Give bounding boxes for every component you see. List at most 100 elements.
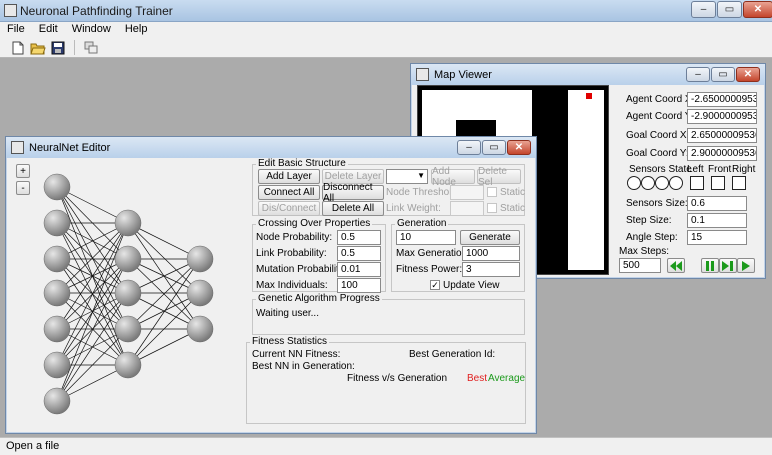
map-minimize-button[interactable]: – xyxy=(686,67,710,82)
sensor-circle xyxy=(641,176,655,190)
delete-sel-button[interactable]: Delete Sel xyxy=(477,166,521,188)
left-sensor-box xyxy=(690,176,704,190)
best-legend: Best xyxy=(467,373,488,384)
nn-node[interactable] xyxy=(43,315,71,343)
connect-all-button[interactable]: Connect All xyxy=(258,185,320,200)
max-individuals-label: Max Individuals: xyxy=(256,280,328,291)
goal-y-field[interactable]: 2.900000095367 xyxy=(687,146,757,161)
goal-x-field[interactable]: 2.650000095367 xyxy=(687,128,757,143)
agent-y-label: Agent Coord Y: xyxy=(626,111,694,122)
node-probability-field[interactable]: 0.5 xyxy=(337,230,381,245)
maximize-button[interactable]: ▭ xyxy=(717,1,742,18)
status-bar: Open a file xyxy=(0,437,772,455)
node-threshold-field[interactable] xyxy=(450,185,484,200)
neuralnet-editor-window: NeuralNet Editor – ▭ ✕ + - Edit Basic St… xyxy=(5,136,537,434)
disconnect-all-button[interactable]: Disconnect All xyxy=(322,182,384,204)
nn-link[interactable] xyxy=(56,222,129,402)
main-titlebar[interactable]: Neuronal Pathfinding Trainer – ▭ ✕ xyxy=(0,0,772,22)
map-viewer-titlebar[interactable]: Map Viewer – ▭ ✕ xyxy=(411,64,765,85)
agent-y-field[interactable]: -2.900000095367 xyxy=(687,109,757,124)
nn-node[interactable] xyxy=(186,315,214,343)
sensors-state-label: Sensors State xyxy=(629,164,692,175)
step-size-field[interactable]: 0.1 xyxy=(687,213,747,228)
layer-select[interactable]: ▼ xyxy=(386,169,428,184)
map-close-button[interactable]: ✕ xyxy=(736,67,760,82)
node-probability-label: Node Probability: xyxy=(256,232,333,243)
nn-node[interactable] xyxy=(43,279,71,307)
angle-step-field[interactable]: 15 xyxy=(687,230,747,245)
fitness-chart-title: Fitness v/s Generation xyxy=(347,373,448,384)
zoom-in-button[interactable]: + xyxy=(16,164,30,178)
node-static-checkbox[interactable] xyxy=(487,187,497,197)
agent-marker xyxy=(586,93,592,99)
nn-node[interactable] xyxy=(186,245,214,273)
max-individuals-field[interactable]: 100 xyxy=(337,278,381,293)
nn-node[interactable] xyxy=(43,173,71,201)
window-title: Neuronal Pathfinding Trainer xyxy=(20,4,173,18)
map-maximize-button[interactable]: ▭ xyxy=(711,67,735,82)
generation-field[interactable]: 10 xyxy=(396,230,456,245)
nn-node[interactable] xyxy=(114,351,142,379)
mutation-probability-field[interactable]: 0.01 xyxy=(337,262,381,277)
agent-x-field[interactable]: -2.650000095367 xyxy=(687,92,757,107)
neural-network-graph[interactable] xyxy=(34,167,234,422)
save-icon[interactable] xyxy=(50,40,66,55)
nn-editor-titlebar[interactable]: NeuralNet Editor – ▭ ✕ xyxy=(6,137,536,158)
sensors-size-field[interactable]: 0.6 xyxy=(687,196,747,211)
max-steps-field[interactable]: 500 xyxy=(619,258,661,273)
rewind-button[interactable] xyxy=(667,258,685,273)
link-probability-field[interactable]: 0.5 xyxy=(337,246,381,261)
zoom-out-button[interactable]: - xyxy=(16,181,30,195)
left-label: Left xyxy=(687,164,704,175)
update-view-checkbox[interactable]: ✓ xyxy=(430,280,440,290)
edit-structure-title: Edit Basic Structure xyxy=(256,158,348,169)
windows-icon[interactable] xyxy=(83,40,99,55)
nn-node[interactable] xyxy=(43,209,71,237)
mutation-probability-label: Mutation Probability: xyxy=(256,264,347,275)
nn-node[interactable] xyxy=(43,245,71,273)
nn-node[interactable] xyxy=(114,279,142,307)
sensor-circle xyxy=(669,176,683,190)
close-button[interactable]: ✕ xyxy=(743,1,772,18)
nn-editor-title: NeuralNet Editor xyxy=(29,141,111,154)
menu-file[interactable]: File xyxy=(0,22,32,38)
nn-minimize-button[interactable]: – xyxy=(457,140,481,155)
nn-maximize-button[interactable]: ▭ xyxy=(482,140,506,155)
nn-node[interactable] xyxy=(114,209,142,237)
link-static-label: Static xyxy=(500,203,526,214)
nn-link[interactable] xyxy=(127,258,201,366)
link-weight-label: Link Weight: xyxy=(386,203,441,214)
nn-node[interactable] xyxy=(114,315,142,343)
fitness-power-field[interactable]: 3 xyxy=(462,262,520,277)
generate-button[interactable]: Generate xyxy=(460,230,520,245)
link-static-checkbox[interactable] xyxy=(487,203,497,213)
menu-help[interactable]: Help xyxy=(118,22,155,38)
menu-edit[interactable]: Edit xyxy=(32,22,65,38)
play-button[interactable] xyxy=(737,258,755,273)
angle-step-label: Angle Step: xyxy=(626,232,678,243)
menubar: File Edit Window Help xyxy=(0,22,772,38)
new-file-icon[interactable] xyxy=(10,40,26,55)
pause-button[interactable] xyxy=(701,258,719,273)
nn-node[interactable] xyxy=(43,351,71,379)
max-generations-field[interactable]: 1000 xyxy=(462,246,520,261)
add-node-button[interactable]: Add Node xyxy=(431,166,475,188)
minimize-button[interactable]: – xyxy=(691,1,716,18)
step-forward-button[interactable] xyxy=(719,258,737,273)
dis-connect-button[interactable]: Dis/Connect xyxy=(258,201,320,216)
delete-all-button[interactable]: Delete All xyxy=(322,201,384,216)
open-folder-icon[interactable] xyxy=(30,40,46,55)
menu-window[interactable]: Window xyxy=(65,22,118,38)
link-weight-field[interactable] xyxy=(450,201,484,216)
nn-close-button[interactable]: ✕ xyxy=(507,140,531,155)
nn-node[interactable] xyxy=(114,245,142,273)
map-viewer-title: Map Viewer xyxy=(434,68,492,81)
front-label: Front xyxy=(708,164,732,175)
nn-editor-icon xyxy=(11,141,24,154)
crossing-over-title: Crossing Over Properties xyxy=(256,218,373,229)
nn-node[interactable] xyxy=(43,387,71,415)
nn-node[interactable] xyxy=(186,279,214,307)
add-layer-button[interactable]: Add Layer xyxy=(258,169,320,184)
nn-link[interactable] xyxy=(56,292,129,402)
nn-link[interactable] xyxy=(56,186,129,294)
